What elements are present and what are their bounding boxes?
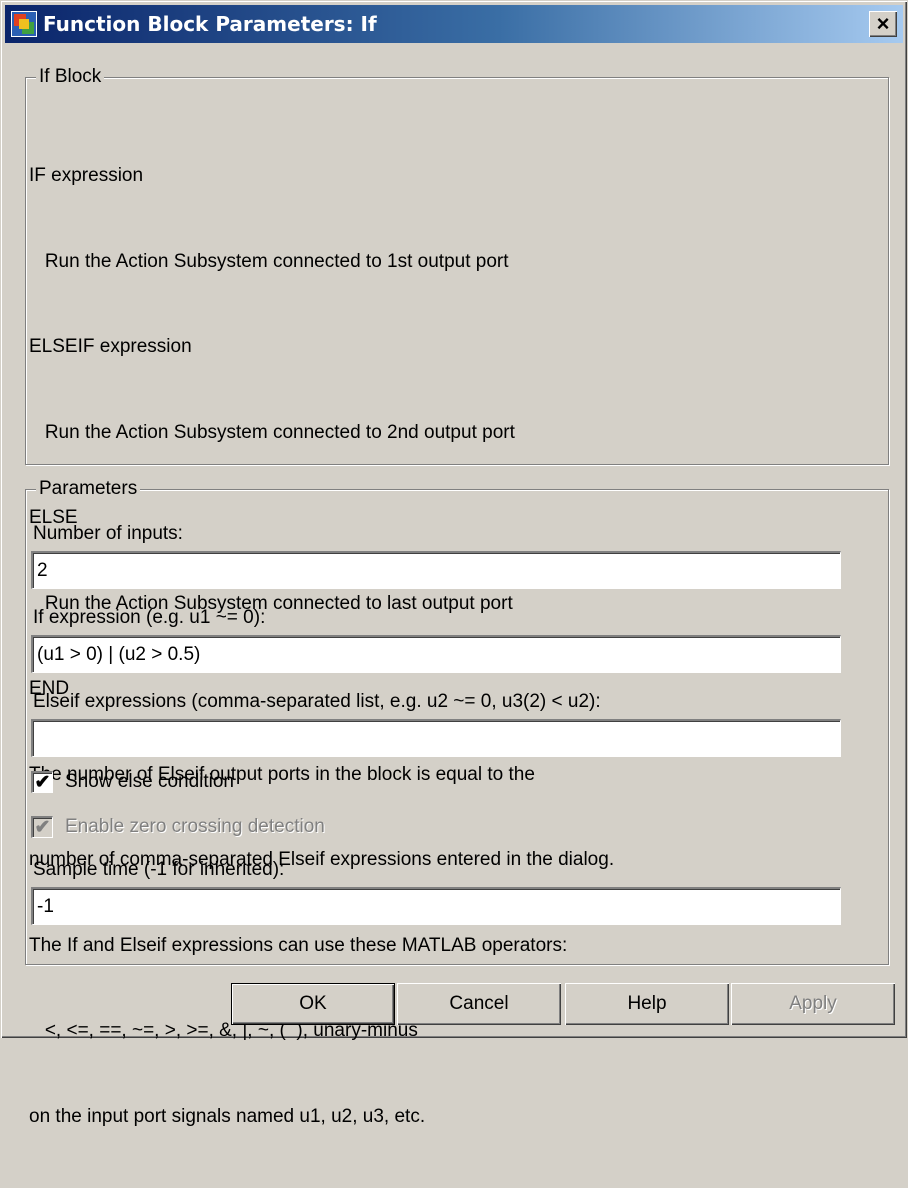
sample-time-input[interactable]: -1 bbox=[31, 887, 841, 925]
ok-button[interactable]: OK bbox=[231, 983, 395, 1025]
desc-line: IF expression bbox=[29, 165, 144, 186]
elseif-expressions-input[interactable] bbox=[31, 719, 841, 757]
ok-button-label: OK bbox=[299, 993, 327, 1014]
if-expression-input[interactable]: (u1 > 0) | (u2 > 0.5) bbox=[31, 635, 841, 673]
show-else-row[interactable]: ✔ Show else condition bbox=[31, 771, 234, 793]
number-of-inputs-label: Number of inputs: bbox=[33, 523, 183, 544]
number-of-inputs-input[interactable]: 2 bbox=[31, 551, 841, 589]
apply-button-label: Apply bbox=[789, 993, 837, 1014]
if-expression-label: If expression (e.g. u1 ~= 0): bbox=[33, 607, 266, 628]
desc-line: on the input port signals named u1, u2, … bbox=[29, 1105, 426, 1127]
simulink-block-icon bbox=[11, 11, 37, 37]
elseif-expressions-label: Elseif expressions (comma-separated list… bbox=[33, 691, 601, 712]
sample-time-label: Sample time (-1 for inherited): bbox=[33, 859, 285, 880]
close-button[interactable]: × bbox=[869, 11, 897, 37]
cancel-button[interactable]: Cancel bbox=[397, 983, 561, 1025]
show-else-checkbox[interactable]: ✔ bbox=[31, 771, 53, 793]
zero-crossing-checkbox: ✔ bbox=[31, 816, 53, 838]
checkmark-icon: ✔ bbox=[34, 772, 51, 793]
title-bar[interactable]: Function Block Parameters: If × bbox=[5, 5, 903, 43]
apply-button: Apply bbox=[731, 983, 895, 1025]
help-button[interactable]: Help bbox=[565, 983, 729, 1025]
desc-line: ELSEIF expression bbox=[29, 336, 192, 357]
if-block-legend: If Block bbox=[36, 66, 105, 88]
parameters-legend: Parameters bbox=[36, 478, 141, 500]
checkmark-icon: ✔ bbox=[34, 817, 51, 838]
desc-line: Run the Action Subsystem connected to 1s… bbox=[29, 250, 509, 272]
close-icon: × bbox=[876, 11, 890, 36]
dialog-window: Function Block Parameters: If × If Block… bbox=[0, 0, 908, 1127]
help-button-label: Help bbox=[627, 993, 667, 1014]
window-title: Function Block Parameters: If bbox=[43, 12, 377, 36]
zero-crossing-row: ✔ Enable zero crossing detection bbox=[31, 816, 325, 838]
show-else-label: Show else condition bbox=[65, 771, 234, 792]
cancel-button-label: Cancel bbox=[449, 993, 509, 1014]
desc-line: Run the Action Subsystem connected to 2n… bbox=[29, 421, 515, 443]
zero-crossing-label: Enable zero crossing detection bbox=[65, 816, 325, 837]
